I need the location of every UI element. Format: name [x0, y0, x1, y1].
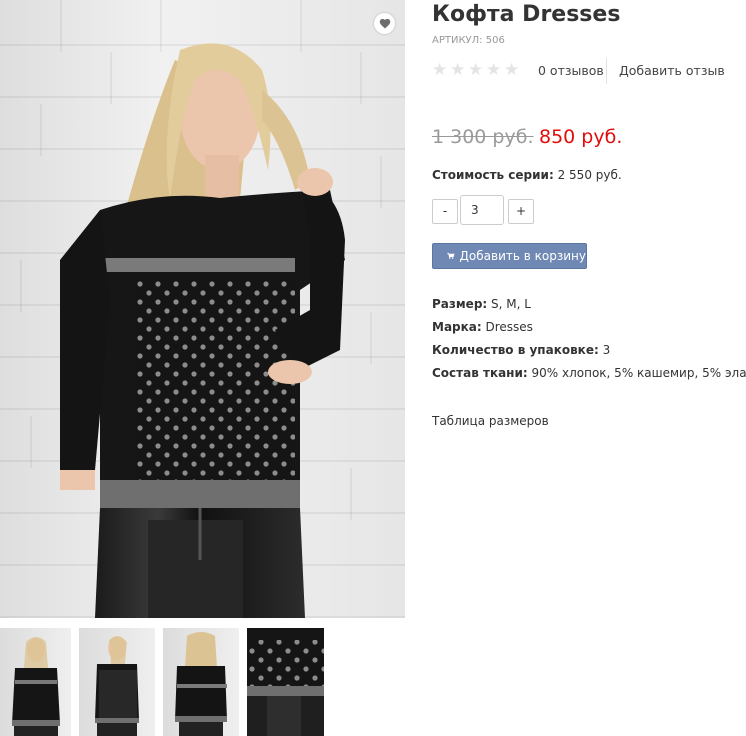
property-label: Состав ткани:	[432, 366, 528, 380]
thumbnail-image	[247, 628, 324, 736]
product-properties: Размер: S, M, L Марка: Dresses Количеств…	[432, 293, 746, 385]
property-label: Количество в упаковке:	[432, 343, 599, 357]
product-article: АРТИКУЛ: 506	[432, 35, 505, 46]
old-price: 1 300 руб.	[432, 126, 534, 148]
quantity-input[interactable]	[460, 195, 504, 225]
add-review-link[interactable]: Добавить отзыв	[619, 63, 725, 78]
quantity-decrease-button[interactable]: -	[432, 199, 458, 224]
thumbnail-3[interactable]	[163, 628, 239, 736]
favorite-button[interactable]	[374, 13, 395, 34]
thumbnail-1[interactable]	[0, 628, 71, 736]
series-cost-value: 2 550 руб.	[557, 168, 622, 182]
new-price: 850 руб.	[539, 126, 623, 148]
property-row: Марка: Dresses	[432, 316, 746, 339]
thumbnail-2[interactable]	[79, 628, 155, 736]
product-main-photo[interactable]	[0, 0, 405, 618]
thumbnail-image	[175, 632, 227, 736]
quantity-increase-button[interactable]: +	[508, 199, 534, 224]
shopping-cart-icon	[447, 252, 455, 259]
reviews-count-link[interactable]: 0 отзывов	[538, 63, 604, 78]
series-cost-label: Стоимость серии:	[432, 168, 554, 182]
property-label: Размер:	[432, 297, 488, 311]
property-value: 3	[602, 343, 611, 357]
thumbnail-image	[12, 637, 60, 736]
property-row: Состав ткани: 90% хлопок, 5% кашемир, 5%…	[432, 362, 746, 385]
property-row: Количество в упаковке: 3	[432, 339, 746, 362]
star-icon[interactable]: ★	[486, 62, 502, 79]
divider	[606, 58, 607, 84]
add-to-cart-label: Добавить в корзину	[459, 249, 586, 263]
model-figure	[60, 43, 345, 618]
add-to-cart-button[interactable]: Добавить в корзину	[432, 243, 587, 269]
size-table-link[interactable]: Таблица размеров	[432, 414, 549, 428]
property-label: Марка:	[432, 320, 482, 334]
product-title: Кофта Dresses	[432, 2, 621, 27]
thumbnail-image	[95, 636, 139, 736]
star-icon[interactable]: ★	[450, 62, 466, 79]
thumbnail-4[interactable]	[247, 628, 324, 736]
property-value: 90% хлопок, 5% кашемир, 5% эластан	[531, 366, 746, 380]
star-icon[interactable]: ★	[504, 62, 520, 79]
rating-stars[interactable]: ★ ★ ★ ★ ★	[432, 62, 520, 79]
property-row: Размер: S, M, L	[432, 293, 746, 316]
star-icon[interactable]: ★	[468, 62, 484, 79]
star-icon[interactable]: ★	[432, 62, 448, 79]
property-value: Dresses	[485, 320, 533, 334]
property-value: S, M, L	[491, 297, 531, 311]
heart-icon	[379, 18, 390, 29]
series-cost: Стоимость серии: 2 550 руб.	[432, 168, 622, 182]
